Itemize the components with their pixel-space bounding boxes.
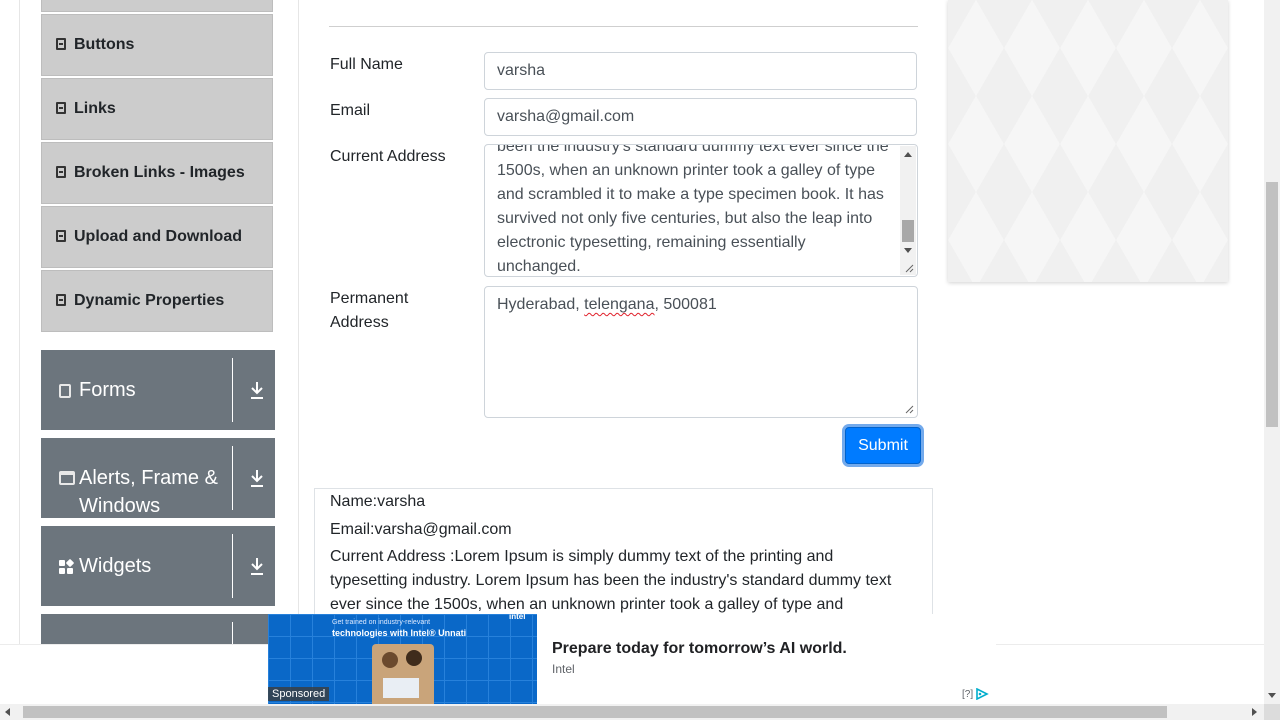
sidebar-item-dynamic-properties[interactable]: Dynamic Properties xyxy=(41,270,273,332)
ad-image-brand: intel xyxy=(509,614,526,621)
scroll-thumb[interactable] xyxy=(23,706,1167,718)
form-icon xyxy=(59,384,71,398)
ad-headline[interactable]: Prepare today for tomorrow’s AI world. xyxy=(552,640,847,658)
scroll-down-icon[interactable] xyxy=(1268,693,1276,698)
group-title: Alerts, Frame & Windows xyxy=(79,467,218,517)
full-name-input[interactable]: varsha xyxy=(484,52,917,90)
window-icon xyxy=(59,471,75,485)
page-vertical-scrollbar[interactable] xyxy=(1264,0,1280,704)
scroll-thumb[interactable] xyxy=(1266,182,1278,427)
group-header-alerts-frame-windows[interactable]: Alerts, Frame & Windows xyxy=(41,438,275,518)
email-value: varsha@gmail.com xyxy=(497,108,635,125)
resize-handle-icon[interactable] xyxy=(905,405,914,414)
list-item-icon xyxy=(56,102,66,114)
scroll-right-icon[interactable] xyxy=(1252,708,1257,716)
widgets-icon xyxy=(59,558,75,574)
sidebar-item-links[interactable]: Links xyxy=(41,78,273,140)
email-input[interactable]: varsha@gmail.com xyxy=(484,98,917,136)
current-address-text: been the industry's standard dummy text … xyxy=(497,144,889,275)
ad-image[interactable]: Get trained on industry-relevant technol… xyxy=(268,614,537,704)
full-name-value: varsha xyxy=(497,62,546,79)
sidebar-item-broken-links[interactable]: Broken Links - Images xyxy=(41,142,273,204)
ad-choices[interactable]: [?] xyxy=(962,688,989,700)
sidebar-item-label: Broken Links - Images xyxy=(74,164,245,181)
scroll-thumb[interactable] xyxy=(902,220,914,242)
email-label: Email xyxy=(330,102,371,119)
sidebar-item-buttons[interactable]: Buttons xyxy=(41,14,273,76)
sidebar-item-upload-download[interactable]: Upload and Download xyxy=(41,206,273,268)
content-border xyxy=(298,0,299,644)
ad-laptop xyxy=(383,678,419,698)
permanent-address-label: Permanent Address xyxy=(330,290,409,331)
scroll-down-icon[interactable] xyxy=(904,248,912,253)
form-divider xyxy=(329,26,918,27)
download-icon[interactable] xyxy=(249,380,265,400)
list-item-icon xyxy=(56,166,66,178)
sidebar-item-previous[interactable] xyxy=(41,0,273,12)
group-title: Forms xyxy=(79,379,136,401)
group-divider xyxy=(232,358,233,422)
page-horizontal-scrollbar[interactable] xyxy=(0,704,1264,720)
download-icon[interactable] xyxy=(249,468,265,488)
list-item-icon xyxy=(56,38,66,50)
sidebar-item-label: Buttons xyxy=(74,36,135,53)
output-name: Name:varsha xyxy=(330,493,426,510)
side-ad-panel xyxy=(948,0,1228,282)
output-current-address: Current Address :Lorem Ipsum is simply d… xyxy=(330,548,892,613)
sidebar-border xyxy=(19,0,20,644)
ad-banner[interactable]: Get trained on industry-relevant technol… xyxy=(268,614,996,704)
sponsored-label: Sponsored xyxy=(268,687,330,701)
current-address-textarea[interactable]: been the industry's standard dummy text … xyxy=(484,144,918,277)
group-divider xyxy=(232,446,233,510)
scroll-up-icon[interactable] xyxy=(904,152,912,157)
group-divider xyxy=(232,534,233,598)
sidebar-item-label: Links xyxy=(74,100,116,117)
submit-button[interactable]: Submit xyxy=(845,427,921,464)
group-title: Widgets xyxy=(79,555,152,577)
group-header-forms[interactable]: Forms xyxy=(41,350,275,430)
adchoices-icon xyxy=(976,688,989,700)
textarea-scrollbar[interactable] xyxy=(900,146,916,275)
page: Buttons Links Broken Links - Images Uplo… xyxy=(0,0,1264,704)
permanent-address-textarea[interactable]: Hyderabad, telengana, 500081 xyxy=(484,286,918,418)
current-address-label: Current Address xyxy=(330,148,446,165)
output-email: Email:varsha@gmail.com xyxy=(330,521,512,538)
ad-image-headline: technologies with Intel® Unnati xyxy=(332,628,467,638)
download-icon[interactable] xyxy=(249,556,265,576)
ad-choices-label: [?] xyxy=(962,688,974,700)
list-item-icon xyxy=(56,230,66,242)
ad-brand[interactable]: Intel xyxy=(552,662,575,676)
sidebar-item-label: Upload and Download xyxy=(74,228,242,245)
permanent-address-text: Hyderabad, telengana, 500081 xyxy=(497,296,717,313)
full-name-label: Full Name xyxy=(330,56,403,73)
resize-handle-icon[interactable] xyxy=(905,264,914,273)
scroll-left-icon[interactable] xyxy=(5,708,10,716)
group-header-widgets[interactable]: Widgets xyxy=(41,526,275,606)
sidebar-item-label: Dynamic Properties xyxy=(74,292,225,309)
list-item-icon xyxy=(56,294,66,306)
ad-image-small-text: Get trained on industry-relevant xyxy=(332,619,431,626)
scrollbar-corner xyxy=(1264,704,1280,720)
